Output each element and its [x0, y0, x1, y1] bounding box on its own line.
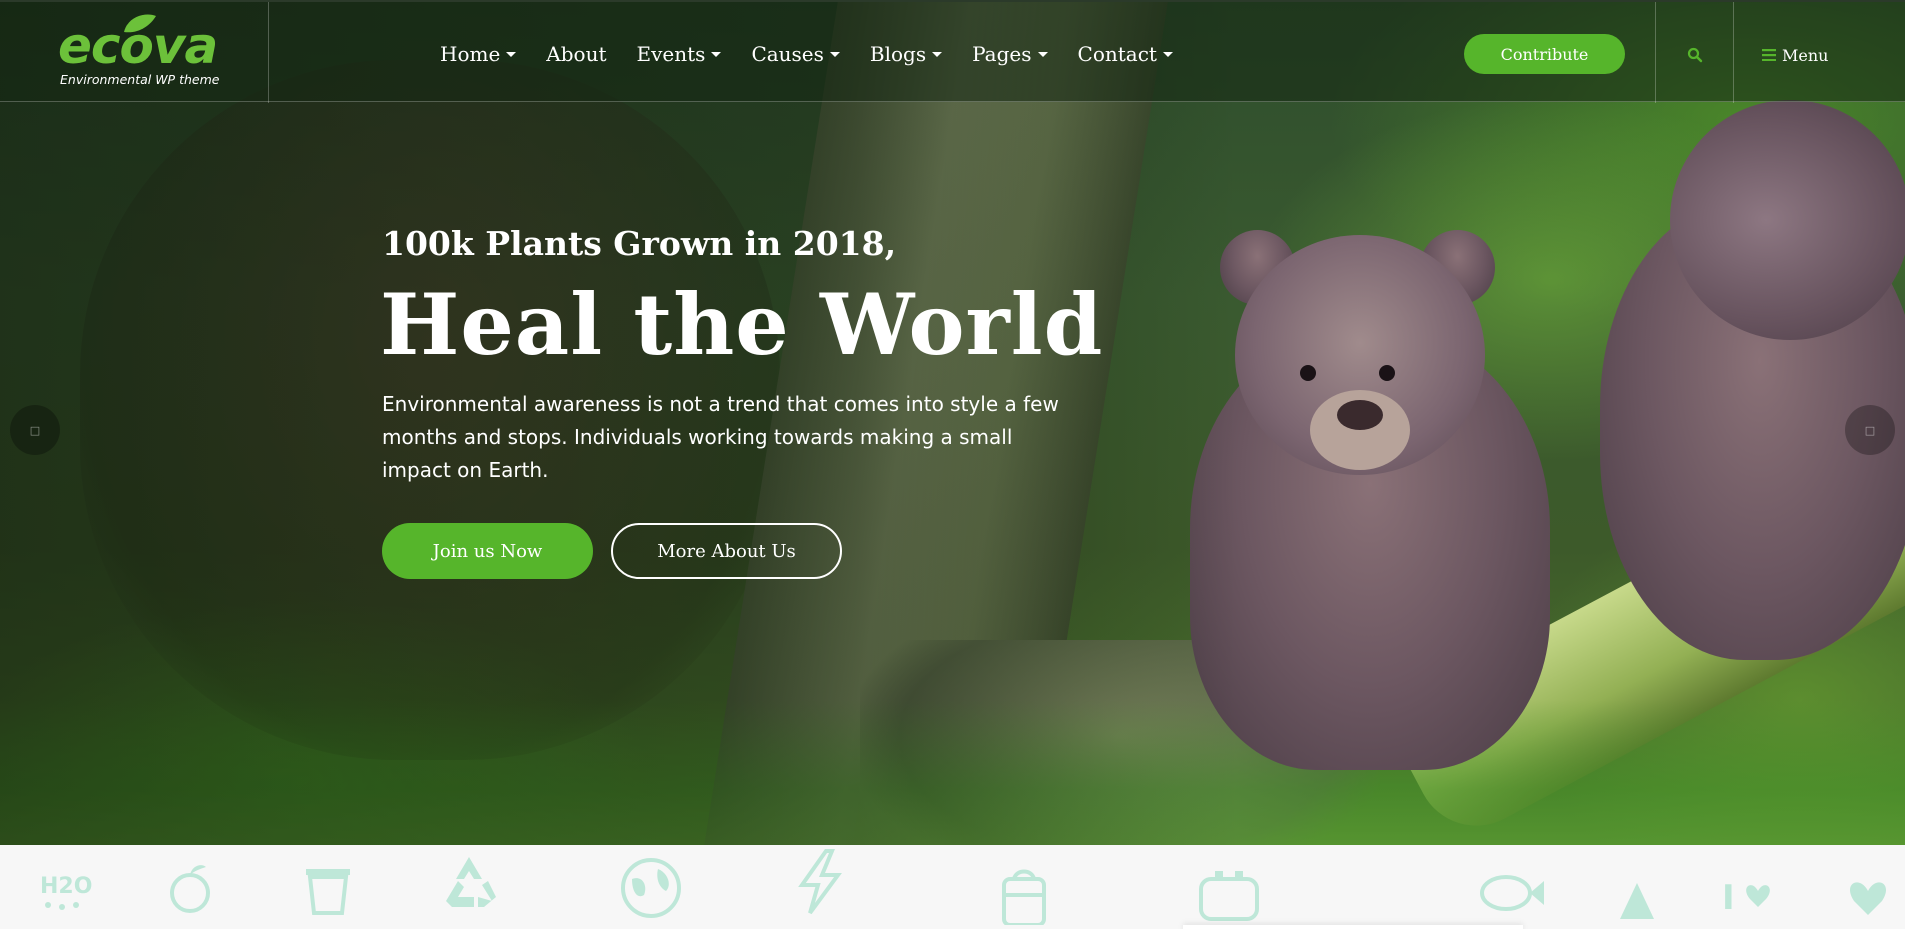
- search-icon: [1687, 47, 1703, 63]
- site-header: ecova Environmental WP theme Home About …: [0, 0, 1905, 103]
- main-navigation: Home About Events Causes Blogs Pages Con…: [440, 34, 1203, 74]
- trash-bin-icon: [306, 869, 350, 915]
- menu-label: Menu: [1782, 45, 1829, 65]
- header-divider: [268, 2, 269, 103]
- svg-text:I: I: [1722, 878, 1735, 918]
- apple-icon: [170, 865, 210, 913]
- eco-icons-strip: H2O I: [0, 845, 1905, 929]
- battery-icon: [1199, 871, 1259, 921]
- tree-icon: [1620, 883, 1654, 919]
- lightning-icon: [798, 849, 842, 915]
- slider-prev-button[interactable]: □: [10, 405, 60, 455]
- nav-item-blogs[interactable]: Blogs: [870, 34, 943, 74]
- arrow-left-icon: □: [29, 423, 41, 437]
- search-button[interactable]: [1655, 35, 1735, 75]
- caret-down-icon: [506, 51, 517, 57]
- globe-icon: [621, 858, 681, 918]
- slider-next-button[interactable]: □: [1845, 405, 1895, 455]
- hero-description: Environmental awareness is not a trend t…: [382, 392, 1059, 482]
- contribute-button[interactable]: Contribute: [1464, 34, 1625, 74]
- logo-tagline: Environmental WP theme: [60, 72, 220, 87]
- more-about-us-button[interactable]: More About Us: [611, 523, 842, 579]
- fish-icon: [1480, 875, 1544, 911]
- arrow-right-icon: □: [1864, 423, 1876, 437]
- svg-text:H2O: H2O: [40, 874, 92, 899]
- recycle-icon: [446, 857, 496, 907]
- hero-subtitle: 100k Plants Grown in 2018,: [382, 224, 897, 263]
- caret-down-icon: [932, 51, 943, 57]
- content-card-edge: [1183, 925, 1523, 929]
- header-divider: [1733, 2, 1734, 103]
- join-us-button[interactable]: Join us Now: [382, 523, 593, 579]
- nav-item-events[interactable]: Events: [637, 34, 722, 74]
- site-logo[interactable]: ecova Environmental WP theme: [58, 14, 258, 91]
- hamburger-icon: [1762, 49, 1776, 61]
- nav-item-pages[interactable]: Pages: [972, 34, 1048, 74]
- nav-item-causes[interactable]: Causes: [751, 34, 840, 74]
- h2o-icon: H2O: [40, 874, 92, 910]
- leaf-icon: [124, 14, 156, 33]
- i-love-icon: I: [1722, 878, 1770, 918]
- barrel-icon: [1002, 869, 1046, 925]
- menu-button[interactable]: Menu: [1762, 35, 1828, 75]
- nav-item-contact[interactable]: Contact: [1078, 34, 1173, 74]
- nav-item-home[interactable]: Home: [440, 34, 517, 74]
- heart-hands-icon: [1849, 882, 1887, 915]
- caret-down-icon: [711, 51, 722, 57]
- caret-down-icon: [1037, 51, 1048, 57]
- caret-down-icon: [829, 51, 840, 57]
- hero-title: Heal the World: [380, 275, 1104, 374]
- nav-item-about[interactable]: About: [546, 34, 606, 74]
- caret-down-icon: [1162, 51, 1173, 57]
